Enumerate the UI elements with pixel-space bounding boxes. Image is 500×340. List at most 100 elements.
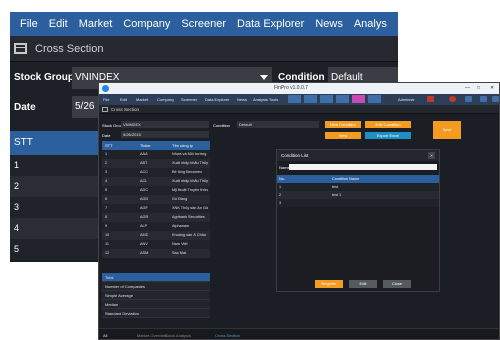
name-input[interactable] [289,164,437,170]
fp-stock-group-value: VNINDEX [123,122,141,127]
company-table-row[interactable]: 12 ASM Sao Mai [102,249,210,258]
fp-menu-analysis-tools[interactable]: Analysis Tools [253,97,278,102]
fp-condition-value: Default [239,122,252,127]
tab-stock-analysis[interactable]: Stock Analysis [165,333,191,338]
stat-row: Median [102,300,210,309]
row-ticker: AGR [140,215,149,219]
row-ticker: AMD [140,233,149,237]
col-stt: STT [105,143,113,148]
fp-stock-group-select[interactable]: VNINDEX [121,121,209,128]
company-table-row[interactable]: 4 ACL Xuất nhập khẩu Thủy sản [102,177,210,186]
notification-icon[interactable] [449,96,456,102]
company-table-row[interactable]: 3 ACC Bê tông Becamex [102,168,210,177]
flag-icon[interactable] [427,96,434,102]
bg-menu-screener[interactable]: Screener [181,18,226,30]
fp-panel-titlebar: Cross Section [99,105,499,114]
bg-menu-file[interactable]: File [20,18,38,30]
logout-icon[interactable] [492,96,499,102]
row-ticker: AAA [140,152,148,156]
user-label[interactable]: Administr [398,97,415,102]
stat-row: Total [102,273,210,282]
minimize-icon[interactable]: — [465,85,470,91]
company-table-row[interactable]: 11 ANV Nam Việt [102,240,210,249]
side-action-button[interactable]: Save [433,121,461,139]
register-button[interactable]: Register [315,280,343,288]
stat-label: Total [105,275,114,280]
row-company-name: Agribank Securities [172,215,205,219]
condition-row[interactable]: 3 [277,199,439,207]
row-ticker: ASM [140,251,149,255]
edit-condition-button[interactable]: Edit Condition [365,121,411,128]
toolbar-news-icon[interactable] [368,95,381,103]
condition-name: test [332,185,339,189]
row-company-name: XNK Thủy sản An Giang [172,206,208,210]
toolbar-market-icon[interactable] [288,95,301,103]
fp-condition-select[interactable]: Default [237,121,319,128]
company-table-row[interactable]: 1 AAA Nhựa và Môi trường [102,150,210,159]
close-icon[interactable]: ✕ [490,85,494,91]
background-menubar: File Edit Market Company Screener Data E… [10,12,398,36]
fp-menu-data-explorer[interactable]: Data Explorer [205,97,229,102]
toolbar-analysis-icon[interactable] [352,95,365,103]
bg-menu-news[interactable]: News [315,18,343,30]
tab-market-overview[interactable]: Market Overview [137,333,167,338]
row-stt: 10 [105,233,110,237]
row-company-name: Xuất nhập khẩu Thủy sản [172,161,208,165]
toolbar-grid-icon[interactable] [320,95,333,103]
condition-row[interactable]: 2 test 1 [277,191,439,199]
row-stt: 12 [105,251,110,255]
company-table-row[interactable]: 8 AGR Agribank Securities [102,213,210,222]
bg-menu-data-explorer[interactable]: Data Explorer [237,18,304,30]
company-table-row[interactable]: 5 ADC Mỹ thuật Truyền thông [102,186,210,195]
fp-menu-file[interactable]: File [103,97,109,102]
window-icon [14,43,27,54]
row-ticker: ALP [140,224,148,228]
window-icon [102,107,108,112]
toolbar-user-icon[interactable] [384,95,397,103]
finpro-logo-icon [102,85,109,92]
bg-row-number: 1 [14,160,20,170]
fp-menu-edit[interactable]: Edit [120,97,127,102]
close-button[interactable]: Close [383,280,411,288]
row-stt: 2 [105,161,108,165]
company-table-row[interactable]: 7 AGF XNK Thủy sản An Giang [102,204,210,213]
chevron-down-icon [260,75,268,80]
fp-date-value: 5/26/2015 [123,132,141,137]
tab-all[interactable]: All [103,333,107,338]
bg-row-number: 3 [14,202,20,212]
toolbar-screener-icon[interactable] [336,95,349,103]
bg-row-number: 2 [14,181,20,191]
toolbar-chart-icon[interactable] [304,95,317,103]
dialog-title: Condition List [281,153,309,158]
help-icon[interactable] [465,96,472,102]
bg-menu-company[interactable]: Company [123,18,170,30]
company-table-row[interactable]: 6 AGD Gò Đàng [102,195,210,204]
close-icon[interactable]: ✕ [428,152,435,159]
fp-menu-market[interactable]: Market [136,97,148,102]
condition-row[interactable]: 1 test [277,183,439,191]
fp-date-input[interactable]: 5/26/2015 [121,131,209,138]
bg-row-number: 4 [14,223,20,233]
settings-icon[interactable] [480,96,487,102]
company-table-row[interactable]: 9 ALP Alphanam [102,222,210,231]
row-ticker: AGD [140,197,149,201]
export-excel-button[interactable]: Export Excel [365,132,411,139]
row-company-name: Nam Việt [172,242,188,246]
fp-menu-company[interactable]: Company [157,97,174,102]
tab-cross-section[interactable]: Cross Section [215,333,240,338]
view-button[interactable]: View [325,132,361,139]
bg-menu-edit[interactable]: Edit [49,18,68,30]
row-stt: 8 [105,215,108,219]
new-condition-button[interactable]: New Condition [325,121,361,128]
row-stt: 6 [105,197,108,201]
fp-menu-news[interactable]: News [237,97,247,102]
company-table-row[interactable]: 2 ABT Xuất nhập khẩu Thủy sản [102,159,210,168]
bg-menu-analysis[interactable]: Analys [354,18,387,30]
fp-menu-screener[interactable]: Screener [181,97,197,102]
edit-button[interactable]: Edit [349,280,377,288]
bg-menu-market[interactable]: Market [79,18,113,30]
row-company-name: Mỹ thuật Truyền thông [172,188,208,192]
dialog-header: Condition List ✕ [277,150,439,161]
company-table-row[interactable]: 10 AMD Khoáng sản Á Châu [102,231,210,240]
maximize-icon[interactable]: □ [477,85,480,91]
